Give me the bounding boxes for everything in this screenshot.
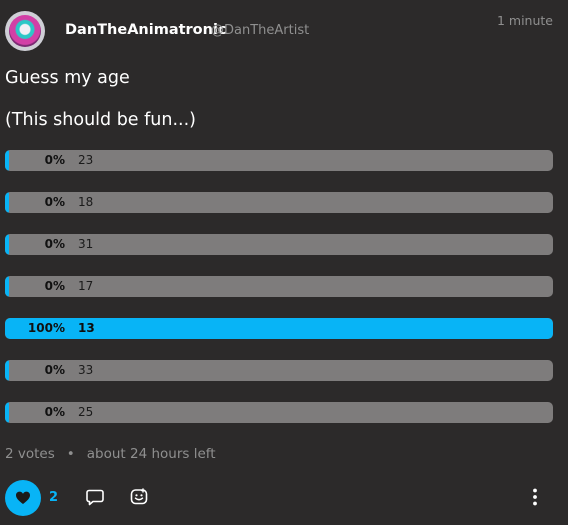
poll-option[interactable]: 0% 33 (5, 360, 553, 381)
poll-option-percent: 0% (44, 237, 65, 251)
poll-option-fill (5, 276, 9, 297)
reply-icon[interactable] (85, 487, 105, 507)
poll-option[interactable]: 0% 18 (5, 192, 553, 213)
separator-dot: • (66, 446, 75, 462)
heart-icon (16, 491, 30, 504)
poll-option-label: 25 (78, 405, 94, 419)
poll-option-percent: 0% (44, 195, 65, 209)
poll-option[interactable]: 0% 31 (5, 234, 553, 255)
avatar[interactable] (5, 11, 45, 51)
poll-option-label: 31 (78, 237, 94, 251)
poll-option-fill (5, 150, 9, 171)
user-handle[interactable]: @DanTheArtist (211, 23, 309, 38)
time-left: about 24 hours left (86, 446, 216, 462)
poll-option-label: 33 (78, 363, 94, 377)
poll-option-percent: 0% (44, 153, 65, 167)
poll-option-fill (5, 192, 9, 213)
poll-option-label: 17 (78, 279, 94, 293)
poll-meta: 2 votes • about 24 hours left (5, 446, 216, 462)
poll-option-percent: 100% (27, 321, 65, 335)
poll-option-label: 18 (78, 195, 94, 209)
post-actions: 2 (0, 478, 568, 518)
display-name[interactable]: DanTheAnimatronic (65, 22, 227, 38)
poll-option-fill (5, 402, 9, 423)
poll-option[interactable]: 0% 23 (5, 150, 553, 171)
poll-option-fill (5, 360, 9, 381)
post-header: DanTheAnimatronic @DanTheArtist 1 minute (0, 0, 568, 60)
vote-count: 2 votes (5, 446, 55, 462)
emoji-react-icon[interactable] (129, 487, 149, 507)
poll-option[interactable]: 0% 17 (5, 276, 553, 297)
poll-option-percent: 0% (44, 363, 65, 377)
more-vertical-icon[interactable] (525, 487, 545, 507)
poll-option-label: 13 (78, 321, 95, 335)
poll: 0% 23 0% 18 0% 31 0% 17 100% 13 0% 33 0%… (5, 150, 553, 444)
poll-option-percent: 0% (44, 405, 65, 419)
post-text-line: Guess my age (5, 68, 130, 88)
timestamp[interactable]: 1 minute (497, 13, 553, 28)
post-text-line: (This should be fun...) (5, 110, 196, 130)
poll-option-percent: 0% (44, 279, 65, 293)
like-count: 2 (49, 490, 59, 505)
poll-option-label: 23 (78, 153, 94, 167)
poll-option[interactable]: 0% 25 (5, 402, 553, 423)
poll-option[interactable]: 100% 13 (5, 318, 553, 339)
like-button[interactable] (5, 480, 41, 516)
poll-option-fill (5, 234, 9, 255)
